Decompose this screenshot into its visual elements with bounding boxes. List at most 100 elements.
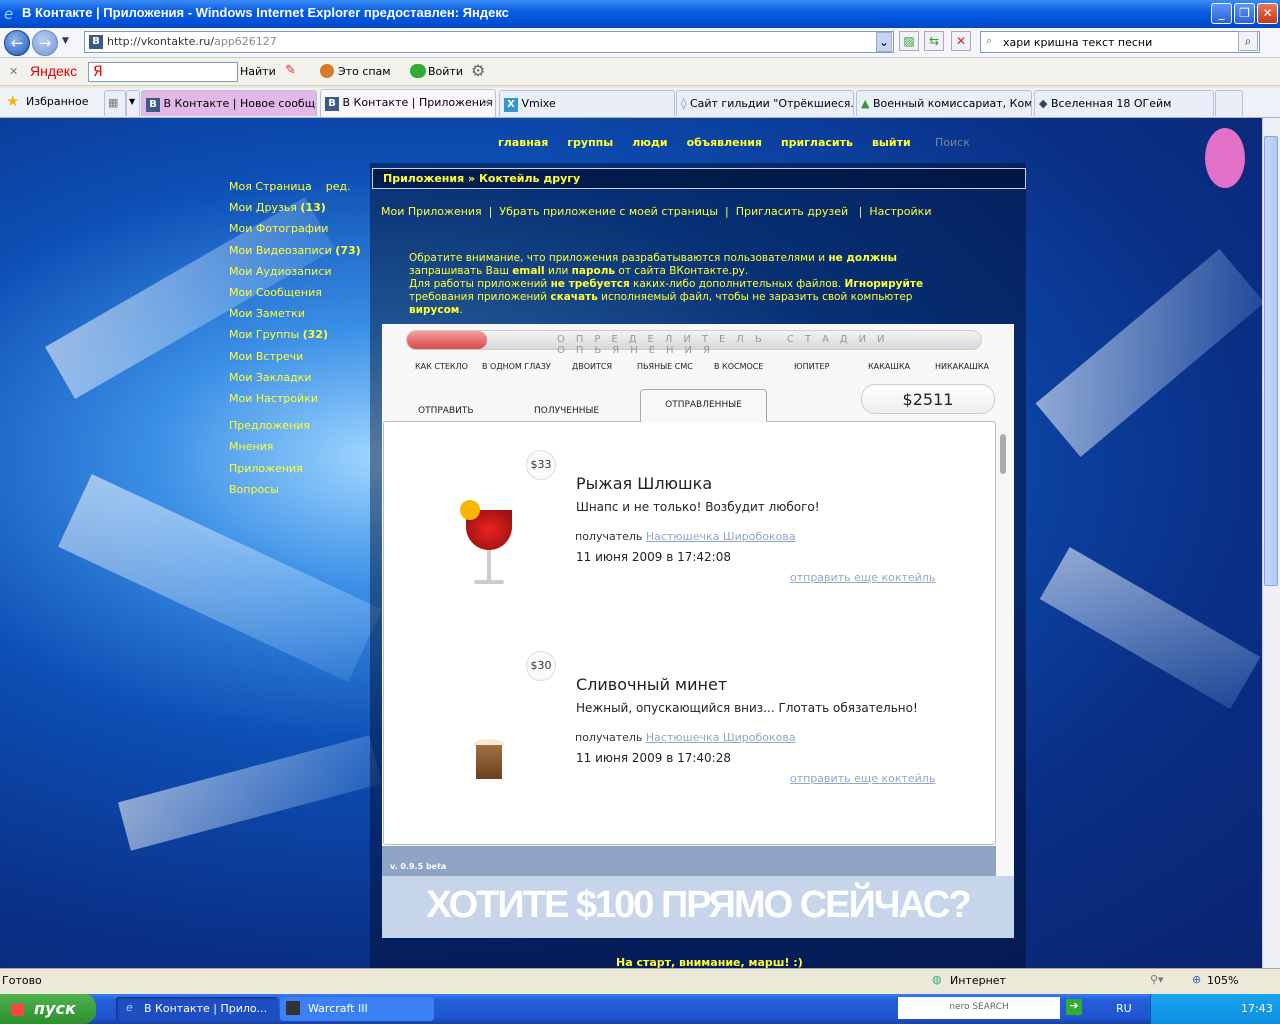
stage-label: НИКАКАШКА (935, 362, 990, 371)
nav-groups[interactable]: группы (567, 136, 613, 149)
nav-home[interactable]: главная (498, 136, 548, 149)
menu-bookmarks[interactable]: Мои Закладки (229, 367, 361, 388)
history-dropdown-icon[interactable]: ▼ (62, 36, 69, 46)
menu-audio[interactable]: Мои Аудиозаписи (229, 261, 361, 282)
language-indicator[interactable]: RU (1116, 1002, 1132, 1015)
tab-vk-messages[interactable]: B В Контакте | Новое сообще... (141, 90, 317, 116)
menu-opinions[interactable]: Мнения (229, 436, 361, 457)
remove-app-link[interactable]: Убрать приложение с моей страницы (499, 205, 718, 218)
back-button[interactable]: ← (4, 30, 30, 56)
key-icon (410, 64, 426, 78)
protected-mode-icon[interactable]: ⚲▾ (1150, 973, 1164, 986)
menu-offers[interactable]: Предложения (229, 415, 361, 436)
taskbar: ■ пуск e В Контакте | Прило... Warcraft II… (0, 994, 1280, 1024)
stage-label: В КОСМОСЕ (714, 362, 764, 371)
tab-vmixe[interactable]: X Vmixe (499, 90, 675, 116)
nav-ads[interactable]: объявления (687, 136, 762, 149)
nav-people[interactable]: люди (632, 136, 667, 149)
search-value: хари кришна текст песни (1003, 36, 1153, 49)
forward-button[interactable]: → (32, 30, 58, 56)
edit-link[interactable]: ред. (326, 180, 351, 193)
list-scroll-thumb[interactable] (1000, 434, 1006, 474)
nero-search-box[interactable]: nero SEARCH (898, 997, 1060, 1019)
ad-banner[interactable]: ХОТИТЕ $100 ПРЯМО СЕЙЧАС? (382, 876, 1014, 938)
stop-icon[interactable]: ✕ (951, 31, 971, 51)
zoom-icon: ⊕ (1192, 973, 1202, 986)
menu-events[interactable]: Мои Встречи (229, 346, 361, 367)
restore-button[interactable]: ❐ (1234, 3, 1255, 24)
search-go-button[interactable]: ⌕ (1238, 31, 1258, 51)
recipient-link[interactable]: Настюшечка Широбокова (646, 530, 796, 543)
nav-invite[interactable]: пригласить (781, 136, 853, 149)
yandex-brand[interactable]: Яндекс (30, 63, 77, 79)
tab-list-dropdown[interactable]: ▼ (126, 90, 140, 116)
page-scroll-thumb[interactable] (1264, 136, 1278, 586)
tab-vk-apps[interactable]: B В Контакте | Приложения ✕ (320, 89, 496, 117)
highlight-icon[interactable]: ✎ (285, 63, 296, 78)
send-again-link[interactable]: отправить еще коктейль (790, 772, 935, 785)
recipient-link[interactable]: Настюшечка Широбокова (646, 731, 796, 744)
nav-logout[interactable]: выйти (872, 136, 911, 149)
toolbar-close-icon[interactable]: ✕ (9, 65, 18, 78)
app-settings-link[interactable]: Настройки (869, 205, 931, 218)
yandex-search-input[interactable]: Я (88, 62, 238, 82)
footer-text: На старт, внимание, марш! :) (616, 956, 803, 968)
tab-sent[interactable]: ОТПРАВЛЕННЫЕ (640, 389, 767, 422)
compat-view-icon[interactable]: ▨ (899, 31, 919, 51)
send-again-link[interactable]: отправить еще коктейль (790, 571, 935, 584)
zoom-level[interactable]: 105% (1207, 974, 1238, 987)
system-tray: 17:43 (1150, 994, 1280, 1024)
new-tab-button[interactable] (1215, 90, 1243, 116)
login-button[interactable]: Войти (428, 65, 463, 78)
menu-messages[interactable]: Мои Сообщения (229, 282, 361, 303)
vk-favicon: B (325, 97, 339, 111)
tab-military[interactable]: ▲ Военный комиссариат, Ком... (856, 90, 1032, 116)
search-input[interactable]: ⌕ хари кришна текст песни (980, 31, 1260, 53)
task-label: Warcraft III (308, 1002, 368, 1015)
breadcrumb: Приложения » Коктейль другу (372, 168, 1026, 189)
menu-friends[interactable]: Мои Друзья (13) (229, 197, 361, 218)
settings-gear-icon[interactable]: ⚙ (471, 61, 485, 80)
menu-notes[interactable]: Мои Заметки (229, 303, 361, 324)
url-input[interactable]: Bhttp://vkontakte.ru/app626127 (84, 31, 894, 53)
menu-settings[interactable]: Мои Настройки (229, 388, 361, 409)
menu-questions[interactable]: Вопросы (229, 479, 361, 500)
refresh-icon[interactable]: ⇆ (924, 31, 944, 51)
menu-groups[interactable]: Мои Группы (32) (229, 324, 361, 345)
yandex-toolbar: ✕ Яндекс Я Найти ✎ Это спам Войти ⚙ (0, 58, 1280, 86)
menu-videos[interactable]: Мои Видеозаписи (73) (229, 240, 361, 261)
tab-ogame[interactable]: ◆ Вселенная 18 ОГейм (1034, 90, 1214, 116)
start-button[interactable]: ■ пуск (0, 994, 96, 1024)
price-badge: $33 (526, 450, 556, 480)
quick-tabs-icon[interactable]: ▦ (104, 90, 126, 116)
meter-title: ОПРЕДЕЛИТЕЛЬ СТАДИИ ОПЬЯНЕНИЯ (557, 334, 896, 356)
balance: $2511 (861, 384, 995, 414)
menu-photos[interactable]: Мои Фотографии (229, 218, 361, 239)
stage-label: КАК СТЕКЛО (415, 362, 468, 371)
recipient: получатель Настюшечка Широбокова (575, 731, 796, 744)
tab-guild[interactable]: ◊ Сайт гильдии "Отрёкшиеся... (676, 90, 854, 116)
task-ie[interactable]: e В Контакте | Прило... (116, 997, 278, 1021)
nero-go-icon[interactable]: ➔ (1066, 999, 1082, 1015)
spam-button[interactable]: Это спам (338, 65, 391, 78)
start-label: пуск (34, 999, 76, 1018)
task-warcraft[interactable]: Warcraft III (280, 997, 434, 1021)
close-button[interactable]: ✕ (1257, 3, 1278, 24)
task-label: В Контакте | Прило... (144, 1002, 268, 1015)
find-button[interactable]: Найти (240, 65, 276, 78)
tab-label: Военный комиссариат, Ком... (872, 97, 1032, 110)
tab-received[interactable]: ПОЛУЧЕННЫЕ (534, 406, 599, 416)
site-search-link[interactable]: Поиск (935, 136, 970, 149)
menu-my-page[interactable]: Моя Страница ред. (229, 176, 361, 197)
invite-friends-link[interactable]: Пригласить друзей (736, 205, 848, 218)
tab-send[interactable]: ОТПРАВИТЬ (418, 406, 474, 416)
my-apps-link[interactable]: Мои Приложения (381, 205, 482, 218)
url-dropdown-icon[interactable]: ⌄ (876, 32, 892, 52)
menu-apps[interactable]: Приложения (229, 458, 361, 479)
favorites-button[interactable]: Избранное (26, 95, 88, 108)
list-scrollbar[interactable] (996, 429, 1010, 845)
cocktail-app: ОПРЕДЕЛИТЕЛЬ СТАДИИ ОПЬЯНЕНИЯ КАК СТЕКЛО… (382, 324, 1014, 938)
minimize-button[interactable]: _ (1211, 3, 1232, 24)
tab-close-icon[interactable]: ✕ (482, 96, 491, 109)
tab-label: Вселенная 18 ОГейм (1050, 97, 1172, 110)
